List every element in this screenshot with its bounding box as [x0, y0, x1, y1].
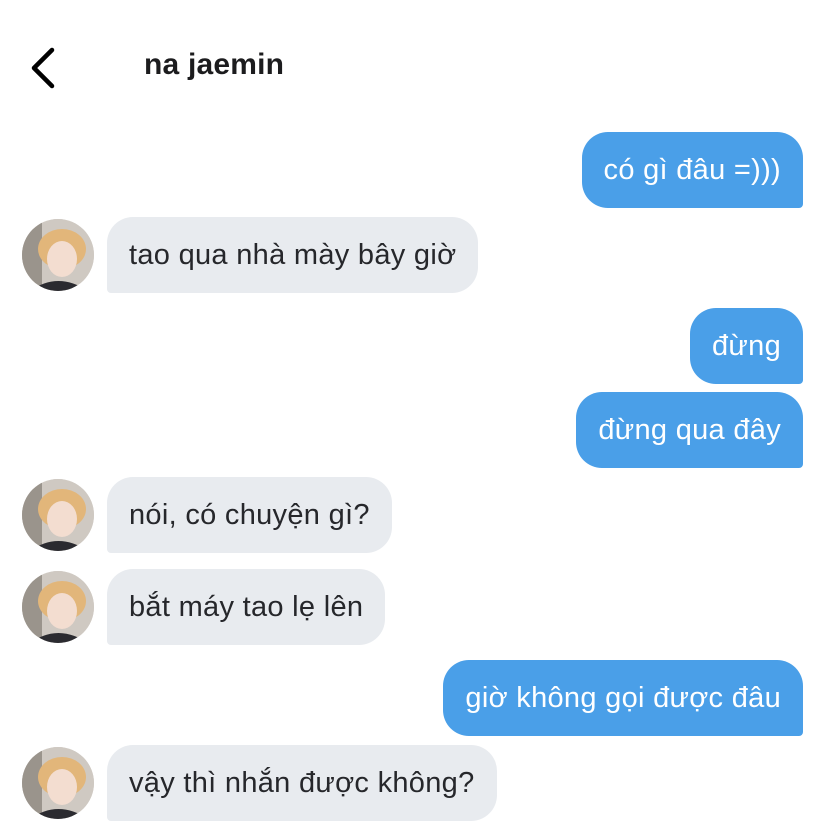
- message-thread: có gì đâu =))) tao qua nhà mày bây giờ đ…: [0, 0, 826, 833]
- outgoing-message[interactable]: giờ không gọi được đâu: [443, 660, 803, 736]
- outgoing-message[interactable]: đừng qua đây: [576, 392, 803, 468]
- avatar[interactable]: [22, 219, 94, 291]
- incoming-message[interactable]: tao qua nhà mày bây giờ: [107, 217, 479, 293]
- avatar[interactable]: [22, 747, 94, 819]
- avatar[interactable]: [22, 479, 94, 551]
- incoming-message[interactable]: vậy thì nhắn được không?: [107, 745, 497, 821]
- incoming-message[interactable]: nói, có chuyện gì?: [107, 477, 392, 553]
- incoming-message[interactable]: bắt máy tao lẹ lên: [107, 569, 386, 645]
- outgoing-message[interactable]: đừng: [690, 308, 803, 384]
- outgoing-message[interactable]: có gì đâu =))): [581, 132, 803, 208]
- avatar[interactable]: [22, 571, 94, 643]
